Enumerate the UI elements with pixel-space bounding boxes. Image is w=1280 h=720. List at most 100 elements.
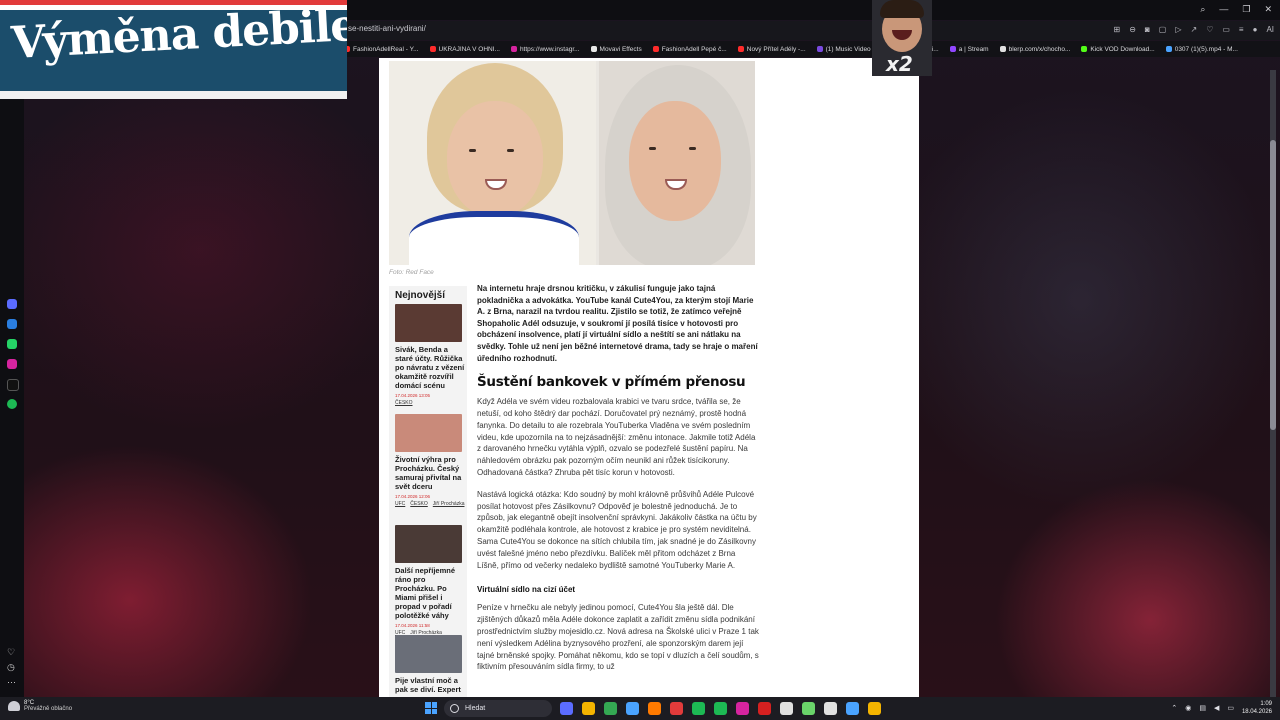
taskbar-app-icon[interactable]	[780, 702, 793, 715]
news-tag[interactable]: Jiří Procházka	[433, 501, 465, 507]
instagram-icon[interactable]	[7, 359, 17, 369]
bookmark-favicon-icon	[949, 46, 956, 52]
bookmark-label: https://www.instagr...	[519, 45, 580, 53]
bookmark-item[interactable]: https://www.instagr...	[510, 45, 580, 53]
minimize-icon[interactable]: —	[1219, 4, 1228, 15]
translate-icon[interactable]: ⊞	[1114, 25, 1121, 34]
taskbar-app-icon[interactable]	[648, 702, 661, 715]
news-date: 17.04.2026 13:05	[395, 393, 431, 398]
restore-icon[interactable]: ❐	[1242, 4, 1250, 15]
bookmark-favicon-icon	[737, 46, 744, 52]
bookmark-item[interactable]: blerp.com/x/chocho...	[999, 46, 1070, 53]
close-icon[interactable]: ✕	[1264, 4, 1272, 15]
taskbar-app-icon[interactable]	[692, 702, 705, 715]
news-tag[interactable]: UFC	[395, 501, 405, 507]
bookmark-label: Kick VOD Download...	[1090, 45, 1155, 53]
taskbar-app-icon[interactable]	[758, 702, 771, 715]
article-body: Na internetu hraje drsnou kritičku, v zá…	[477, 283, 759, 683]
messenger-icon[interactable]	[7, 319, 17, 329]
news-item[interactable]: Sivák, Benda a staré účty. Růžička po ná…	[395, 304, 465, 406]
url-text[interactable]: se-nestiti-ani-vydirani/	[348, 24, 426, 33]
tiktok-icon[interactable]	[7, 379, 19, 391]
bookmarks-bar: FashionAdellReal - Y... UKRAJINA V OHNI..…	[340, 41, 1280, 57]
browser-toolbar: ⊞ ⊖ ◙ ▢ ▷ ↗ ♡ ▭ ≡ ● AI	[1114, 25, 1274, 34]
bookmark-favicon-icon	[816, 46, 823, 52]
bookmark-item[interactable]: UKRAJINA V OHNI...	[429, 46, 500, 53]
taskbar-app-icon[interactable]	[670, 702, 683, 715]
taskbar-app-icon[interactable]	[604, 702, 617, 715]
bookmark-label: FashionAdellReal - Y...	[353, 45, 419, 53]
mic-icon[interactable]: ◉	[1185, 704, 1191, 712]
bookmark-favicon-icon	[999, 46, 1006, 52]
news-tag[interactable]: ČESKO	[395, 400, 413, 406]
taskbar-app-icon[interactable]	[824, 702, 837, 715]
news-title[interactable]: Pije vlastní moč a pak se diví. Expert	[395, 676, 465, 694]
bookmark-favicon-icon	[429, 46, 436, 52]
news-tag[interactable]: ČESKO	[410, 501, 428, 507]
taskbar-app-icon[interactable]	[736, 702, 749, 715]
webcam-overlay: x2	[872, 0, 932, 76]
news-item[interactable]: Pije vlastní moč a pak se diví. Expert	[395, 635, 465, 694]
ai-button[interactable]: AI	[1266, 25, 1274, 34]
screenshot-icon[interactable]: ▢	[1159, 25, 1167, 34]
chevron-up-icon[interactable]: ⌃	[1171, 704, 1177, 712]
clock-time: 1:09	[1260, 701, 1272, 707]
taskbar-app-icon[interactable]	[714, 702, 727, 715]
taskbar-app-icon[interactable]	[802, 702, 815, 715]
clock[interactable]: 1:09 18.04.2026	[1242, 700, 1272, 716]
profile-icon[interactable]: ●	[1253, 25, 1258, 34]
bookmark-item[interactable]: a | Stream	[949, 46, 989, 53]
news-thumbnail[interactable]	[395, 635, 462, 673]
taskbar-app-icon[interactable]	[582, 702, 595, 715]
weather-widget[interactable]: 8°C Převážně oblačno	[8, 700, 72, 712]
news-thumbnail[interactable]	[395, 414, 462, 452]
window-controls: ⌕ — ❐ ✕	[1200, 4, 1272, 15]
news-date: 17.04.2026 11:58	[395, 623, 430, 628]
spotify-icon[interactable]	[7, 399, 17, 409]
news-title[interactable]: Životní výhra pro Procházku. Český samur…	[395, 455, 465, 491]
battery-icon[interactable]: ▭	[1227, 704, 1234, 712]
news-item[interactable]: Životní výhra pro Procházku. Český samur…	[395, 414, 465, 507]
article-page: Foto: Red Face Nejnovější Sivák, Benda a…	[379, 58, 919, 697]
news-title[interactable]: Další nepříjemné ráno pro Procházku. Po …	[395, 566, 465, 620]
taskbar-app-icon[interactable]	[868, 702, 881, 715]
taskbar-apps	[560, 702, 881, 715]
zoom-icon[interactable]: ⊖	[1129, 25, 1136, 34]
news-title[interactable]: Sivák, Benda a staré účty. Růžička po ná…	[395, 345, 465, 390]
heart-icon[interactable]: ♡	[7, 647, 17, 657]
more-icon[interactable]: ⋯	[7, 677, 17, 687]
bookmark-item[interactable]: FashionAdellReal - Y...	[344, 46, 419, 53]
stream-title-overlay: Výměna debilek	[0, 0, 347, 99]
bookmark-favicon-icon	[1165, 46, 1172, 52]
start-button[interactable]	[425, 702, 437, 714]
search-icon	[450, 704, 459, 713]
camera-icon[interactable]: ◙	[1145, 25, 1150, 34]
play-icon[interactable]: ▷	[1175, 25, 1181, 34]
taskbar-search[interactable]: Hledat	[444, 700, 552, 717]
search-icon[interactable]: ⌕	[1200, 4, 1205, 15]
bookmark-item[interactable]: 0307 (1)(5).mp4 - M...	[1165, 46, 1238, 53]
taskbar-app-icon[interactable]	[846, 702, 859, 715]
menu-icon[interactable]: ≡	[1239, 25, 1244, 34]
app-icon[interactable]	[7, 299, 17, 309]
bookmark-favicon-icon	[1081, 46, 1088, 52]
heart-icon[interactable]: ♡	[1206, 25, 1213, 34]
address-bar[interactable]: se-nestiti-ani-vydirani/ ⊞ ⊖ ◙ ▢ ▷ ↗ ♡ ▭…	[340, 21, 1280, 40]
bookmark-item[interactable]: Nový Přítel Adély -...	[737, 46, 806, 53]
whatsapp-icon[interactable]	[7, 339, 17, 349]
history-icon[interactable]: ◷	[7, 662, 17, 672]
news-thumbnail[interactable]	[395, 304, 462, 342]
news-item[interactable]: Další nepříjemné ráno pro Procházku. Po …	[395, 525, 465, 636]
network-icon[interactable]: ▤	[1199, 704, 1206, 712]
page-scrollbar[interactable]	[1270, 70, 1276, 697]
bookmark-item[interactable]: Kick VOD Download...	[1081, 45, 1155, 53]
wallet-icon[interactable]: ▭	[1222, 25, 1230, 34]
volume-icon[interactable]: ◀	[1214, 704, 1219, 712]
scrollbar-thumb[interactable]	[1270, 140, 1276, 430]
taskbar-app-icon[interactable]	[560, 702, 573, 715]
taskbar-app-icon[interactable]	[626, 702, 639, 715]
bookmark-item[interactable]: Movavi Effects	[590, 46, 642, 53]
bookmark-item[interactable]: FashionAdell Pepé č...	[652, 46, 727, 53]
share-icon[interactable]: ↗	[1190, 25, 1197, 34]
news-thumbnail[interactable]	[395, 525, 462, 563]
